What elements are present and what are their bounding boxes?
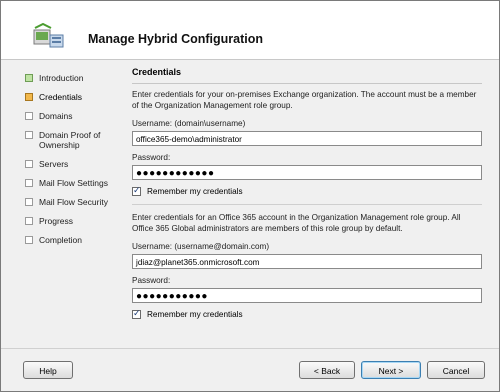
page-title: Manage Hybrid Configuration: [88, 32, 263, 46]
step-completion: Completion: [25, 235, 125, 245]
cancel-button[interactable]: Cancel: [427, 361, 485, 379]
onprem-password-field[interactable]: ●●●●●●●●●●●●: [132, 165, 482, 180]
step-status-icon: [25, 179, 33, 187]
step-label: Credentials: [39, 92, 82, 102]
step-status-icon: [25, 112, 33, 120]
step-domain-proof: Domain Proof of Ownership: [25, 130, 125, 150]
help-button[interactable]: Help: [23, 361, 73, 379]
wizard-header: Manage Hybrid Configuration: [1, 1, 499, 60]
step-label: Domain Proof of Ownership: [39, 130, 101, 150]
step-label: Introduction: [39, 73, 84, 83]
section-divider: [132, 204, 482, 205]
checkbox-checked-icon[interactable]: [132, 185, 141, 196]
next-button[interactable]: Next >: [361, 361, 421, 379]
step-status-icon: [25, 131, 33, 139]
hybrid-config-icon: [33, 23, 64, 48]
step-label: Completion: [39, 235, 82, 245]
onprem-instructions: Enter credentials for your on-premises E…: [132, 90, 477, 110]
back-button[interactable]: < Back: [299, 361, 355, 379]
onprem-username-field[interactable]: office365-demo\administrator: [132, 131, 482, 146]
step-servers: Servers: [25, 159, 125, 169]
step-status-icon: [25, 236, 33, 244]
footer-divider: [1, 348, 499, 349]
onprem-password-label: Password:: [132, 153, 171, 162]
cloud-instructions: Enter credentials for an Office 365 acco…: [132, 213, 461, 233]
step-status-icon: [25, 198, 33, 206]
step-label: Progress: [39, 216, 74, 226]
step-credentials: Credentials: [25, 92, 125, 102]
onprem-username-label: Username: (domain\username): [132, 119, 246, 128]
step-label: Mail Flow Security: [39, 197, 108, 207]
onprem-remember-label: Remember my credentials: [147, 187, 243, 196]
credentials-panel: Credentials Enter credentials for your o…: [132, 67, 482, 325]
step-label: Domains: [39, 111, 73, 121]
cloud-remember-checkbox[interactable]: Remember my credentials: [132, 308, 482, 319]
checkbox-checked-icon[interactable]: [132, 308, 141, 319]
step-progress: Progress: [25, 216, 125, 226]
step-mail-flow-settings: Mail Flow Settings: [25, 178, 125, 188]
cloud-remember-label: Remember my credentials: [147, 310, 243, 319]
step-status-icon: [25, 160, 33, 168]
step-status-icon: [25, 74, 33, 82]
wizard-steps: Introduction Credentials Domains Domain …: [25, 73, 125, 254]
step-status-icon: [25, 217, 33, 225]
cloud-username-label: Username: (username@domain.com): [132, 242, 270, 251]
cloud-password-label: Password:: [132, 276, 171, 285]
cloud-password-field[interactable]: ●●●●●●●●●●●: [132, 288, 482, 303]
cloud-username-field[interactable]: jdiaz@planet365.onmicrosoft.com: [132, 254, 482, 269]
section-title: Credentials: [132, 67, 482, 84]
step-label: Servers: [39, 159, 69, 169]
step-introduction: Introduction: [25, 73, 125, 83]
step-domains: Domains: [25, 111, 125, 121]
step-status-icon: [25, 93, 33, 101]
onprem-remember-checkbox[interactable]: Remember my credentials: [132, 185, 482, 196]
step-label: Mail Flow Settings: [39, 178, 108, 188]
step-mail-flow-security: Mail Flow Security: [25, 197, 125, 207]
wizard-window: Manage Hybrid Configuration Introduction…: [0, 0, 500, 392]
